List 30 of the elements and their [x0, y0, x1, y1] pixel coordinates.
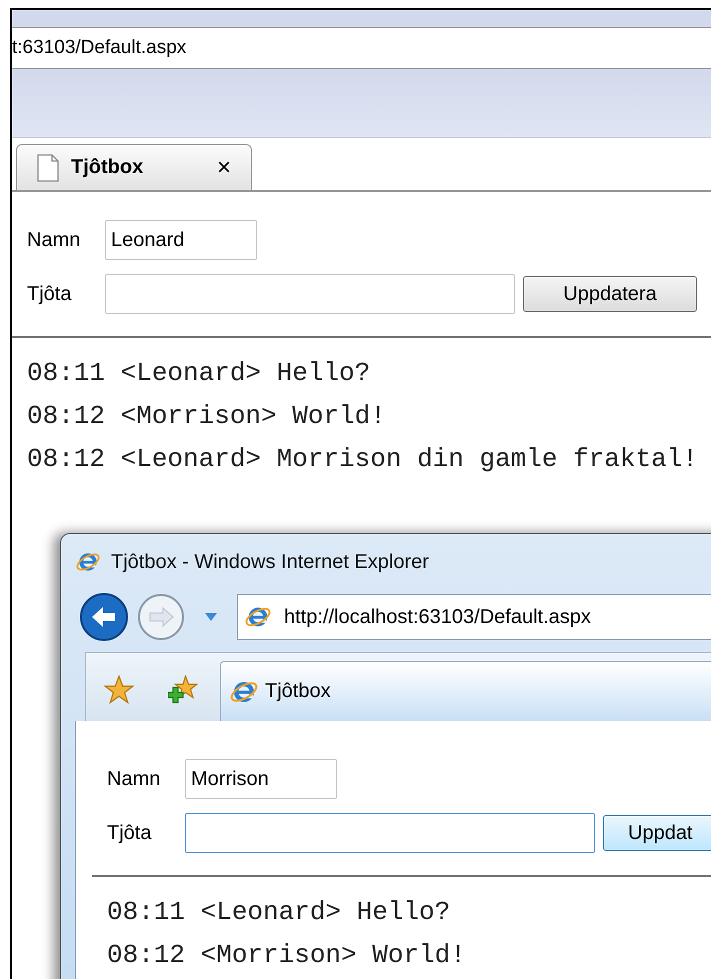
forward-button[interactable]	[137, 593, 185, 641]
add-star-icon[interactable]	[168, 675, 198, 705]
name-field[interactable]: Leonard	[105, 220, 257, 260]
update-button[interactable]: Uppdat	[603, 815, 711, 851]
message-label: Tjôta	[107, 822, 152, 844]
message-field[interactable]	[105, 274, 515, 314]
chat-message: 08:11 <Leonard> Hello?	[27, 358, 372, 390]
update-button[interactable]: Uppdatera	[523, 276, 697, 312]
browser-tab[interactable]: Tjôtbox ×	[16, 144, 252, 190]
caret-icon[interactable]	[205, 613, 217, 621]
browser-tab[interactable]: Tjôtbox	[220, 661, 711, 721]
tab-title: Tjôtbox	[265, 680, 331, 703]
chat-message: 08:12 <Morrison> World!	[107, 940, 467, 972]
message-field[interactable]	[185, 813, 595, 853]
name-label: Namn	[27, 228, 82, 252]
star-icon[interactable]	[104, 675, 134, 705]
chat-message: 08:12 <Morrison> World!	[27, 401, 387, 433]
close-button[interactable]: ×	[216, 154, 231, 182]
name-field[interactable]: Morrison	[185, 759, 337, 799]
message-label: Tjôta	[27, 282, 72, 306]
chat-message: 08:11 <Leonard> Hello?	[107, 897, 452, 929]
page-icon	[37, 154, 59, 182]
address-field[interactable]: t:63103/Default.aspx	[12, 27, 711, 69]
url-text: http://localhost:63103/Default.aspx	[284, 606, 591, 628]
chat-message: 08:12 <Leonard> Morrison din gamle fraktal!	[27, 444, 699, 476]
address-field[interactable]: http://localhost:63103/Default.aspx	[237, 594, 711, 640]
back-button[interactable]	[79, 592, 129, 642]
window-title: Tjôtbox - Windows Internet Explorer	[111, 550, 429, 574]
tab-title: Tjôtbox	[71, 156, 144, 179]
name-label: Namn	[107, 768, 162, 790]
